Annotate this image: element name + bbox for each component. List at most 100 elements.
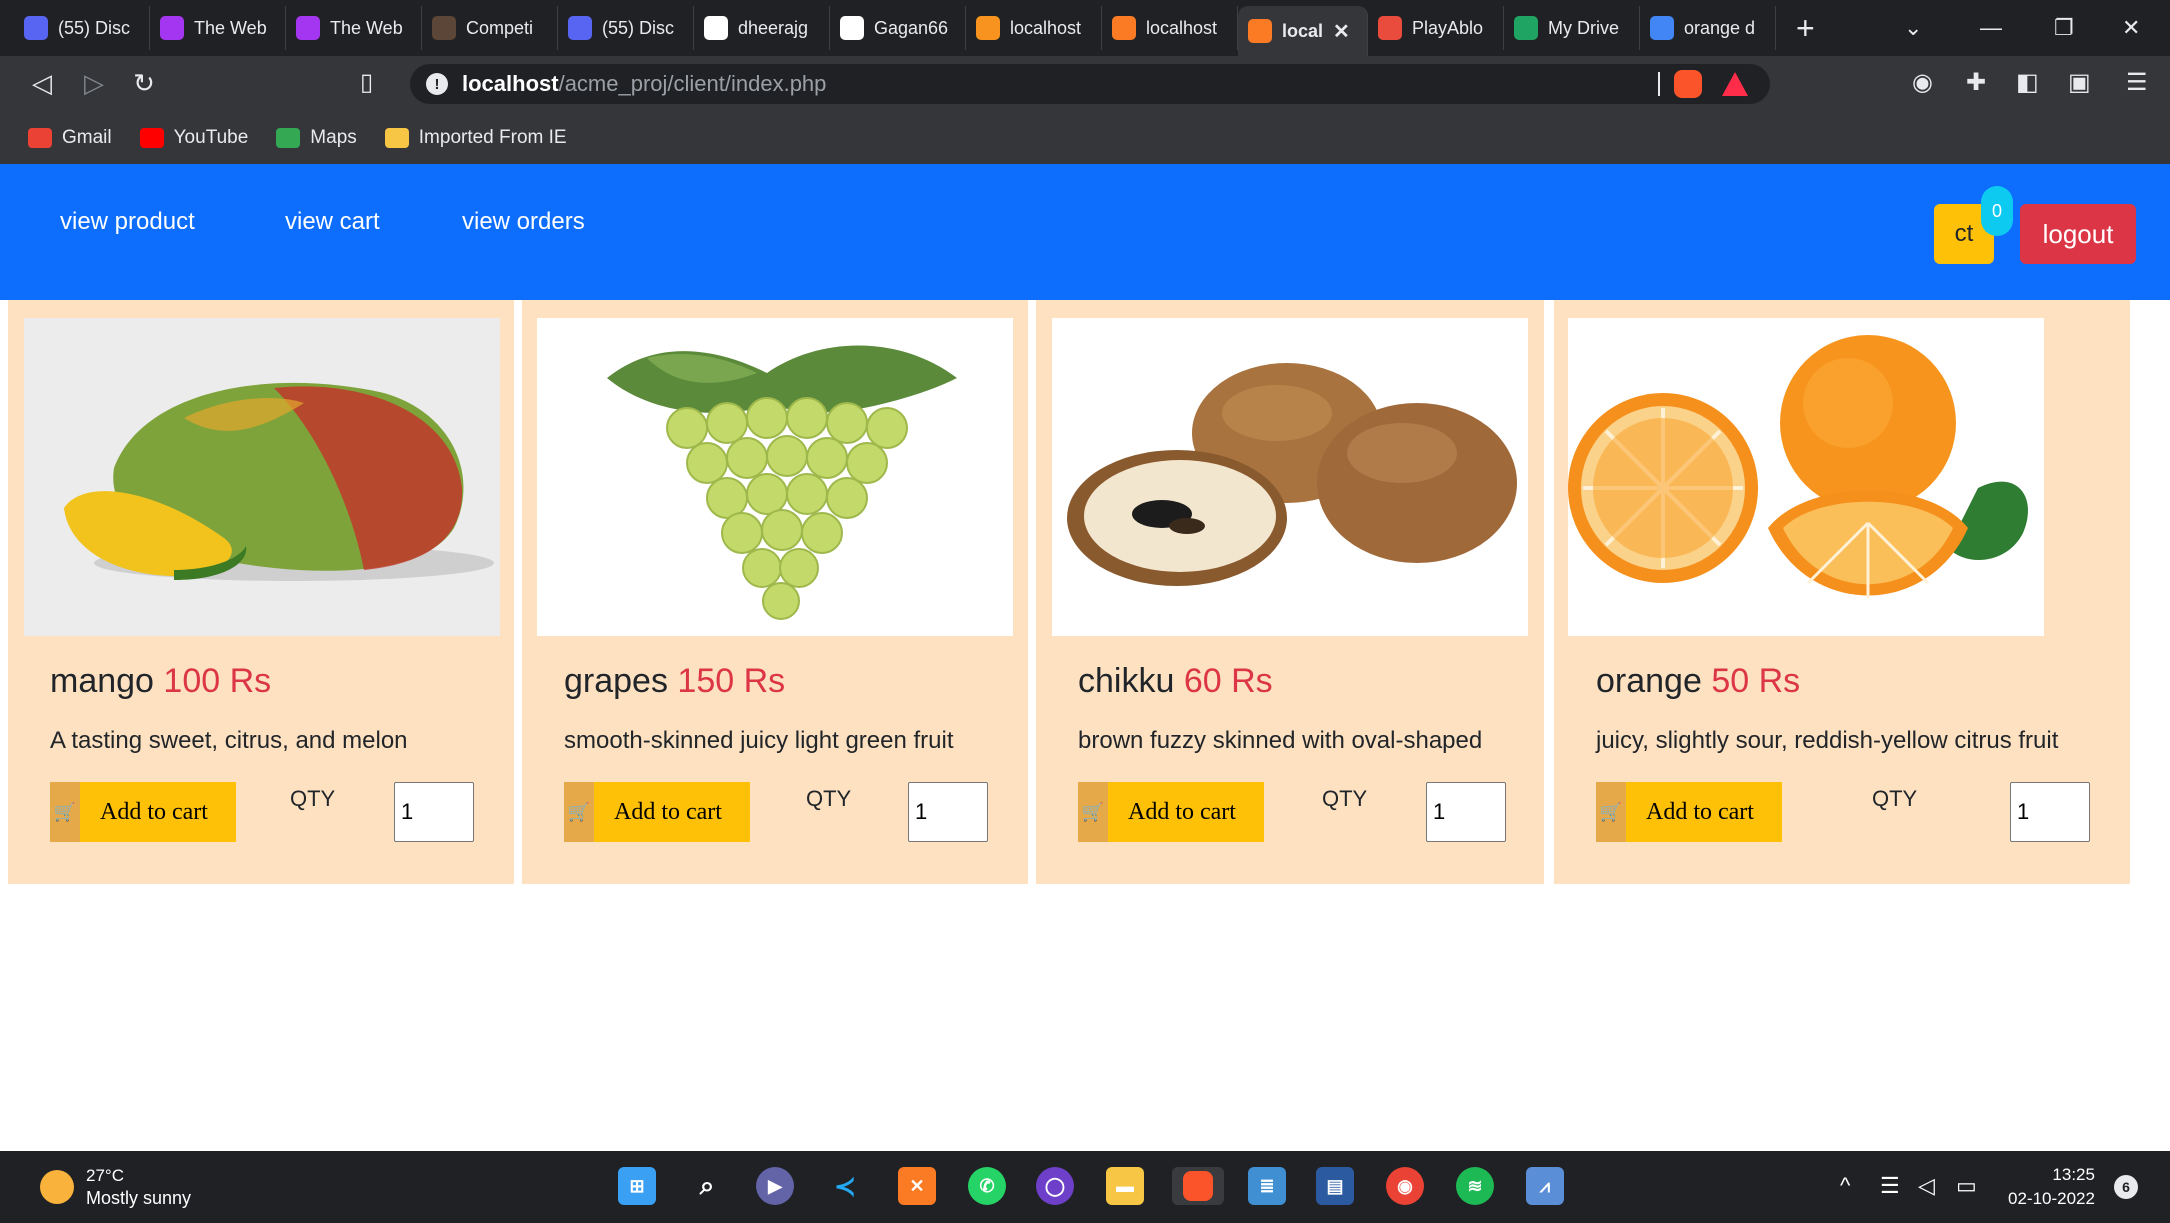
sidebar-icon[interactable]: ◧ [2016, 68, 2039, 97]
weather-desc: Mostly sunny [86, 1188, 192, 1208]
tab-search-icon[interactable]: ⌄ [1904, 0, 1922, 56]
xampp-icon [1248, 19, 1272, 43]
folder-icon [384, 128, 409, 148]
add-to-cart-button[interactable]: 🛒 Add to cart [564, 782, 750, 842]
menu-icon[interactable]: ☰ [2126, 68, 2148, 97]
cart-count-badge: 0 [1981, 186, 2013, 236]
profile-icon[interactable]: ◉ [1912, 68, 1933, 97]
browser-tab[interactable]: localhost [1102, 6, 1238, 50]
xampp-icon[interactable]: ✕ [898, 1167, 936, 1205]
wifi-icon[interactable]: ☰ [1880, 1173, 1900, 1199]
browser-tab[interactable]: My Drive [1504, 6, 1640, 50]
vscode-icon[interactable]: ≺ [826, 1167, 864, 1205]
github-desktop-icon[interactable]: ◯ [1036, 1167, 1074, 1205]
tab-title: Competi [466, 17, 534, 38]
qty-label: QTY [1322, 786, 1368, 811]
nav-view-product[interactable]: view product [60, 208, 195, 236]
task-manager-icon[interactable]: ⩘ [1526, 1167, 1564, 1205]
brave-shields-icon[interactable] [1674, 70, 1702, 98]
qty-input[interactable] [1426, 782, 1506, 842]
bookmark-item[interactable]: Maps [276, 127, 357, 149]
bookmark-item[interactable]: Imported From IE [384, 127, 567, 149]
qty-input[interactable] [908, 782, 988, 842]
chevron-up-icon[interactable]: ^ [1840, 1173, 1850, 1199]
browser-tab-strip: (55) Disc The Web The Web Competi (55) Disc d… [0, 0, 2170, 56]
logout-button[interactable]: logout [2020, 204, 2136, 264]
playablo-icon [1378, 16, 1402, 40]
reload-icon[interactable]: ↻ [128, 68, 160, 99]
browser-tab[interactable]: Gagan66 [830, 6, 966, 50]
tab-title: Gagan66 [874, 17, 949, 38]
add-to-cart-button[interactable]: 🛒 Add to cart [1078, 782, 1264, 842]
browser-tab[interactable]: The Web [150, 6, 286, 50]
terminal-icon[interactable]: ▤ [1316, 1167, 1354, 1205]
product-description: smooth-skinned juicy light green fruit [564, 727, 954, 754]
browser-tab[interactable]: (55) Disc [558, 6, 694, 50]
tab-title: localhost [1146, 17, 1218, 38]
extensions-icon[interactable]: ✚ [1966, 68, 1986, 97]
product-name: grapes [564, 662, 668, 700]
product-name: orange [1596, 662, 1702, 700]
tab-title: My Drive [1548, 17, 1619, 38]
add-to-cart-button[interactable]: 🛒 Add to cart [50, 782, 236, 842]
back-icon[interactable]: ◁ [26, 68, 58, 99]
qty-input[interactable] [2010, 782, 2090, 842]
udemy-icon [160, 16, 184, 40]
address-bar[interactable]: ! localhost /acme_proj/client/index.php [410, 64, 1770, 104]
close-tab-icon[interactable]: ✕ [1333, 19, 1350, 44]
qty-label: QTY [290, 786, 336, 811]
forward-icon[interactable]: ▷ [78, 68, 110, 99]
start-icon[interactable]: ⊞ [618, 1167, 656, 1205]
app-navbar: view product view cart view orders ct 0 … [0, 164, 2170, 300]
notification-badge[interactable]: 6 [2114, 1175, 2138, 1199]
site-info-icon[interactable]: ! [426, 73, 448, 95]
browser-tab[interactable]: orange d [1640, 6, 1776, 50]
browser-tab[interactable]: Competi [422, 6, 558, 50]
add-to-cart-label: Add to cart [614, 798, 722, 825]
brave-rewards-icon[interactable] [1722, 72, 1748, 96]
bookmark-item[interactable]: YouTube [139, 127, 248, 149]
notepad-icon[interactable]: ≣ [1248, 1167, 1286, 1205]
close-window-icon[interactable]: ✕ [2122, 0, 2140, 56]
qty-input[interactable] [394, 782, 474, 842]
spotify-icon[interactable]: ≋ [1456, 1167, 1494, 1205]
tab-title: (55) Disc [602, 17, 675, 38]
battery-icon[interactable]: ▭ [1956, 1173, 1977, 1199]
weather-widget[interactable]: 27°C Mostly sunny [40, 1165, 191, 1209]
file-explorer-icon[interactable]: ▬ [1106, 1167, 1144, 1205]
weather-temp: 27°C [86, 1166, 124, 1185]
restore-icon[interactable]: ❐ [2054, 0, 2074, 56]
tab-title: (55) Disc [58, 17, 131, 38]
browser-tab[interactable]: PlayAblo [1368, 6, 1504, 50]
whatsapp-icon[interactable]: ✆ [968, 1167, 1006, 1205]
browser-tab[interactable]: (55) Disc [14, 6, 150, 50]
add-to-cart-button[interactable]: 🛒 Add to cart [1596, 782, 1782, 842]
product-name: chikku [1078, 662, 1175, 700]
nav-view-orders[interactable]: view orders [462, 208, 585, 236]
gmail-icon [28, 128, 52, 148]
github-icon [840, 16, 864, 40]
clock[interactable]: 13:25 02-10-2022 [2008, 1163, 2095, 1211]
nav-view-cart[interactable]: view cart [285, 208, 380, 236]
teams-icon[interactable]: ▶ [756, 1167, 794, 1205]
new-tab-icon[interactable]: + [1776, 10, 1835, 47]
bookmark-item[interactable]: Gmail [28, 127, 112, 149]
bookmark-icon[interactable]: ▯ [360, 68, 373, 97]
browser-tab[interactable]: The Web [286, 6, 422, 50]
omnibox-divider [1658, 72, 1660, 96]
qty-label: QTY [806, 786, 852, 811]
volume-icon[interactable]: ◁ [1918, 1173, 1935, 1199]
codechef-icon [432, 16, 456, 40]
bookmark-label: Imported From IE [418, 127, 567, 148]
minimize-icon[interactable]: — [1980, 0, 2002, 56]
chrome-icon[interactable]: ◉ [1386, 1167, 1424, 1205]
browser-tab[interactable]: localhost [966, 6, 1102, 50]
browser-tab[interactable]: dheerajg [694, 6, 830, 50]
brave-taskbar-icon[interactable] [1172, 1167, 1224, 1205]
browser-tab[interactable]: local ✕ [1238, 6, 1368, 56]
tab-title: orange d [1684, 17, 1756, 38]
tab-title: local [1282, 20, 1324, 41]
wallet-icon[interactable]: ▣ [2068, 68, 2091, 97]
product-card-orange: orange 50 Rs juicy, slightly sour, reddi… [1554, 300, 2130, 884]
search-icon[interactable]: ⌕ [688, 1167, 726, 1205]
